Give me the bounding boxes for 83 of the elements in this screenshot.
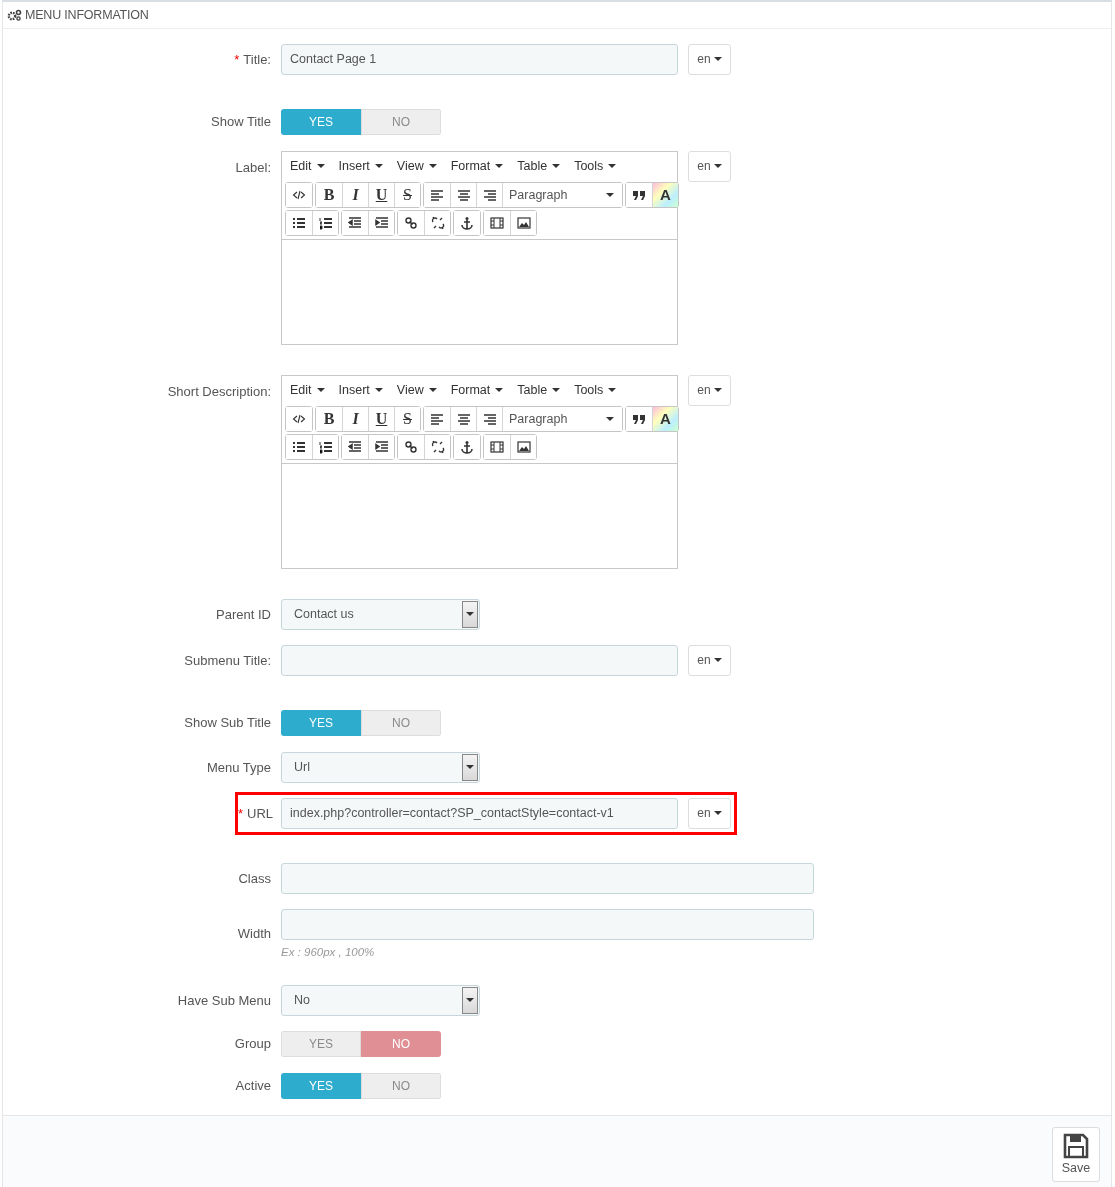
- field-label: Show Sub Title: [184, 715, 271, 731]
- caret-icon: [606, 192, 614, 197]
- editor-menu[interactable]: View: [396, 158, 437, 173]
- indent-icon[interactable]: [368, 434, 394, 459]
- caret-icon: [552, 163, 561, 168]
- anchor-icon[interactable]: [454, 434, 480, 459]
- caret-icon: [713, 811, 722, 816]
- text-field[interactable]: [281, 908, 814, 940]
- block-format-dropdown[interactable]: Paragraph: [502, 406, 622, 431]
- field-label: Group: [234, 1036, 271, 1052]
- language-dropdown[interactable]: en: [688, 43, 731, 75]
- required-asterisk: *: [234, 51, 240, 67]
- caret-icon: [608, 163, 617, 168]
- field-label: Submenu Title:: [184, 652, 271, 668]
- field-label: Class: [238, 870, 271, 886]
- numbered-list-icon[interactable]: [312, 210, 338, 235]
- field-label: Show Title: [211, 114, 271, 130]
- field-label: Width: [237, 925, 271, 941]
- caret-icon: [374, 163, 383, 168]
- strikethrough-button[interactable]: S: [394, 182, 420, 207]
- required-asterisk: *: [238, 805, 244, 821]
- caret-icon: [713, 388, 722, 393]
- caret-icon: [608, 387, 617, 392]
- language-dropdown[interactable]: en: [688, 797, 731, 829]
- caret-icon: [428, 387, 437, 392]
- caret-icon: [713, 164, 722, 169]
- field-label: Title:: [243, 51, 271, 67]
- language-dropdown[interactable]: en: [688, 150, 731, 182]
- language-dropdown[interactable]: en: [688, 374, 731, 406]
- code-icon[interactable]: [286, 182, 312, 207]
- numbered-list-icon[interactable]: [312, 434, 338, 459]
- select-dropdown[interactable]: No: [281, 984, 480, 1016]
- panel-title: MENU INFORMATION: [25, 7, 149, 22]
- text-color-button[interactable]: A: [652, 182, 678, 207]
- caret-icon: [374, 387, 383, 392]
- editor-menu[interactable]: Format: [450, 158, 504, 173]
- editor-menu[interactable]: Format: [450, 382, 504, 397]
- editor-menu[interactable]: Tools: [574, 158, 617, 173]
- select-dropdown[interactable]: Url: [281, 751, 480, 783]
- indent-icon[interactable]: [368, 210, 394, 235]
- caret-icon: [713, 658, 722, 663]
- text-field[interactable]: Contact Page 1: [281, 43, 678, 75]
- caret-icon: [495, 387, 504, 392]
- strikethrough-button[interactable]: S: [394, 406, 420, 431]
- field-label: Short Description:: [167, 383, 271, 399]
- image-icon[interactable]: [510, 210, 536, 235]
- anchor-icon[interactable]: [454, 210, 480, 235]
- field-label: Menu Type: [206, 759, 271, 775]
- text-field[interactable]: [281, 644, 678, 676]
- text-field[interactable]: index.php?controller=contact?SP_contactStyle=contact-v1: [281, 797, 678, 829]
- caret-icon: [713, 57, 722, 62]
- caret-icon: [466, 765, 474, 770]
- hint-text: Ex : 960px , 100%: [281, 945, 376, 958]
- caret-icon: [606, 416, 614, 421]
- text-field[interactable]: [281, 862, 814, 894]
- caret-icon: [552, 387, 561, 392]
- caret-icon: [316, 387, 325, 392]
- block-format-dropdown[interactable]: Paragraph: [502, 182, 622, 207]
- editor-menu[interactable]: Edit: [290, 158, 325, 173]
- select-dropdown[interactable]: Contact us: [281, 598, 480, 630]
- text-color-button[interactable]: A: [652, 406, 678, 431]
- caret-icon: [466, 998, 474, 1003]
- field-label: Parent ID: [216, 606, 271, 622]
- caret-icon: [466, 612, 474, 617]
- field-label: URL: [247, 805, 274, 821]
- field-label: Active: [235, 1078, 271, 1094]
- caret-icon: [428, 163, 437, 168]
- caret-icon: [316, 163, 325, 168]
- editor-menu[interactable]: Table: [517, 158, 561, 173]
- language-dropdown[interactable]: en: [688, 644, 731, 676]
- field-label: Label:: [235, 159, 271, 175]
- editor-menu[interactable]: Insert: [338, 382, 383, 397]
- editor-menu[interactable]: Edit: [290, 382, 325, 397]
- editor-menu[interactable]: Insert: [338, 158, 383, 173]
- editor-menu[interactable]: Table: [517, 382, 561, 397]
- gears-icon: [7, 8, 22, 21]
- image-icon[interactable]: [510, 434, 536, 459]
- caret-icon: [495, 163, 504, 168]
- editor-menu[interactable]: View: [396, 382, 437, 397]
- field-label: Have Sub Menu: [177, 992, 271, 1008]
- code-icon[interactable]: [286, 406, 312, 431]
- editor-menu[interactable]: Tools: [574, 382, 617, 397]
- save-button[interactable]: Save: [1052, 1126, 1100, 1182]
